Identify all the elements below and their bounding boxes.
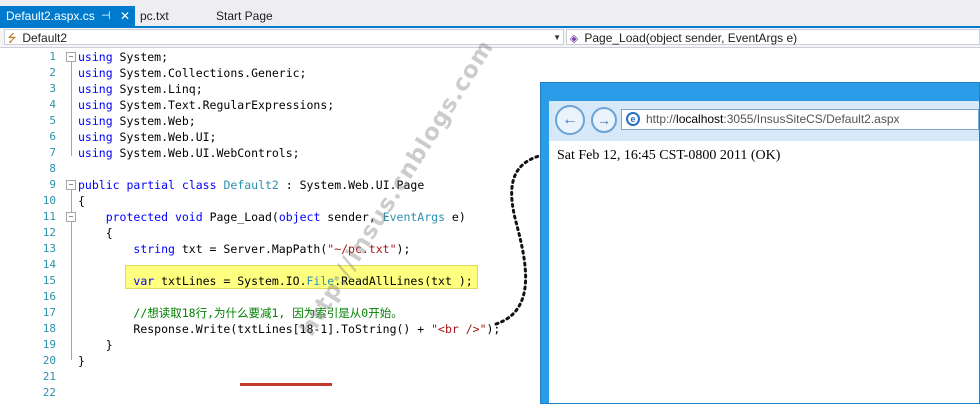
code-line-9: public partial class Default2 : System.W… — [78, 178, 425, 192]
browser-toolbar: ← → e http://localhost:3055/InsusSiteCS/… — [549, 101, 979, 141]
page-output-text: Sat Feb 12, 16:45 CST-0800 2011 (OK) — [557, 148, 781, 163]
line-number: 11 — [42, 210, 56, 223]
code-line-19: } — [105, 338, 113, 352]
forward-arrow-icon[interactable]: → — [591, 107, 617, 133]
code-line-3: using System.Linq; — [78, 82, 203, 96]
tab-default2-aspx-cs[interactable]: Default2.aspx.cs ⊣ ✕ — [0, 6, 135, 27]
tab-label: pc.txt — [140, 9, 169, 23]
line-number: 13 — [42, 242, 56, 255]
tab-label: Default2.aspx.cs — [6, 9, 95, 23]
code-line-11: protected void Page_Load(object sender, … — [105, 210, 466, 224]
line-number: 22 — [42, 386, 56, 399]
collapse-icon[interactable]: − — [66, 180, 76, 190]
code-line-12: { — [105, 226, 113, 240]
red-underline-annotation — [240, 383, 332, 386]
method-icon: ◈ — [569, 33, 579, 45]
ie-page-icon: e — [626, 112, 640, 126]
line-number: 8 — [49, 162, 56, 175]
line-number: 10 — [42, 194, 56, 207]
class-selector-value: Default2 — [22, 31, 68, 45]
code-line-4: using System.Text.RegularExpressions; — [78, 98, 335, 112]
line-number: 9 — [49, 178, 56, 191]
collapse-icon[interactable]: − — [66, 52, 76, 62]
line-number: 4 — [49, 98, 56, 111]
line-number: 14 — [42, 258, 56, 271]
pin-icon[interactable]: ⊣ — [101, 6, 111, 27]
browser-window: ← → e http://localhost:3055/InsusSiteCS/… — [540, 82, 980, 404]
line-number: 5 — [49, 114, 56, 127]
line-number: 1 — [49, 50, 56, 63]
code-line-1: using System; — [78, 50, 169, 64]
url-rest: :3055/InsusSiteCS/Default2.aspx — [723, 112, 900, 126]
url-prefix: http:// — [646, 112, 677, 126]
close-icon[interactable]: ✕ — [120, 6, 130, 27]
url-host: localhost — [676, 112, 724, 126]
tab-label: Start Page — [216, 9, 273, 23]
code-line-2: using System.Collections.Generic; — [78, 66, 307, 80]
code-line-6: using System.Web.UI; — [78, 130, 217, 144]
address-bar[interactable]: e http://localhost:3055/InsusSiteCS/Defa… — [621, 109, 979, 130]
document-tab-strip: Default2.aspx.cs ⊣ ✕ pc.txt Start Page — [0, 0, 980, 27]
line-number: 7 — [49, 146, 56, 159]
class-icon: ⭍ — [7, 33, 17, 45]
chevron-down-icon[interactable]: ▼ — [553, 30, 561, 46]
member-selector-dropdown[interactable]: ◈ Page_Load(object sender, EventArgs e) — [566, 29, 980, 45]
code-line-10: { — [78, 194, 85, 208]
member-selector-value: Page_Load(object sender, EventArgs e) — [584, 31, 798, 45]
outline-guide — [71, 62, 72, 156]
line-number: 6 — [49, 130, 56, 143]
line-number: 19 — [42, 338, 56, 351]
code-line-7: using System.Web.UI.WebControls; — [78, 146, 300, 160]
line-number: 21 — [42, 370, 56, 383]
line-number: 20 — [42, 354, 56, 367]
code-line-20: } — [78, 354, 85, 368]
line-number: 16 — [42, 290, 56, 303]
code-line-5: using System.Web; — [78, 114, 196, 128]
back-arrow-icon[interactable]: ← — [555, 105, 585, 135]
line-number: 12 — [42, 226, 56, 239]
line-number: 15 — [42, 274, 56, 287]
code-line-15: var txtLines = System.IO.File.ReadAllLin… — [133, 274, 473, 288]
line-number: 2 — [49, 66, 56, 79]
code-line-17: //想读取18行,为什么要减1, 因为索引是从0开始。 — [133, 306, 403, 320]
collapse-icon[interactable]: − — [66, 212, 76, 222]
line-number: 17 — [42, 306, 56, 319]
browser-content: Sat Feb 12, 16:45 CST-0800 2011 (OK) — [549, 141, 979, 403]
tab-pc-txt[interactable]: pc.txt — [140, 6, 169, 27]
line-number: 18 — [42, 322, 56, 335]
line-number: 3 — [49, 82, 56, 95]
code-line-18: Response.Write(txtLines[18-1].ToString()… — [133, 322, 501, 336]
tab-start-page[interactable]: Start Page — [216, 6, 273, 27]
